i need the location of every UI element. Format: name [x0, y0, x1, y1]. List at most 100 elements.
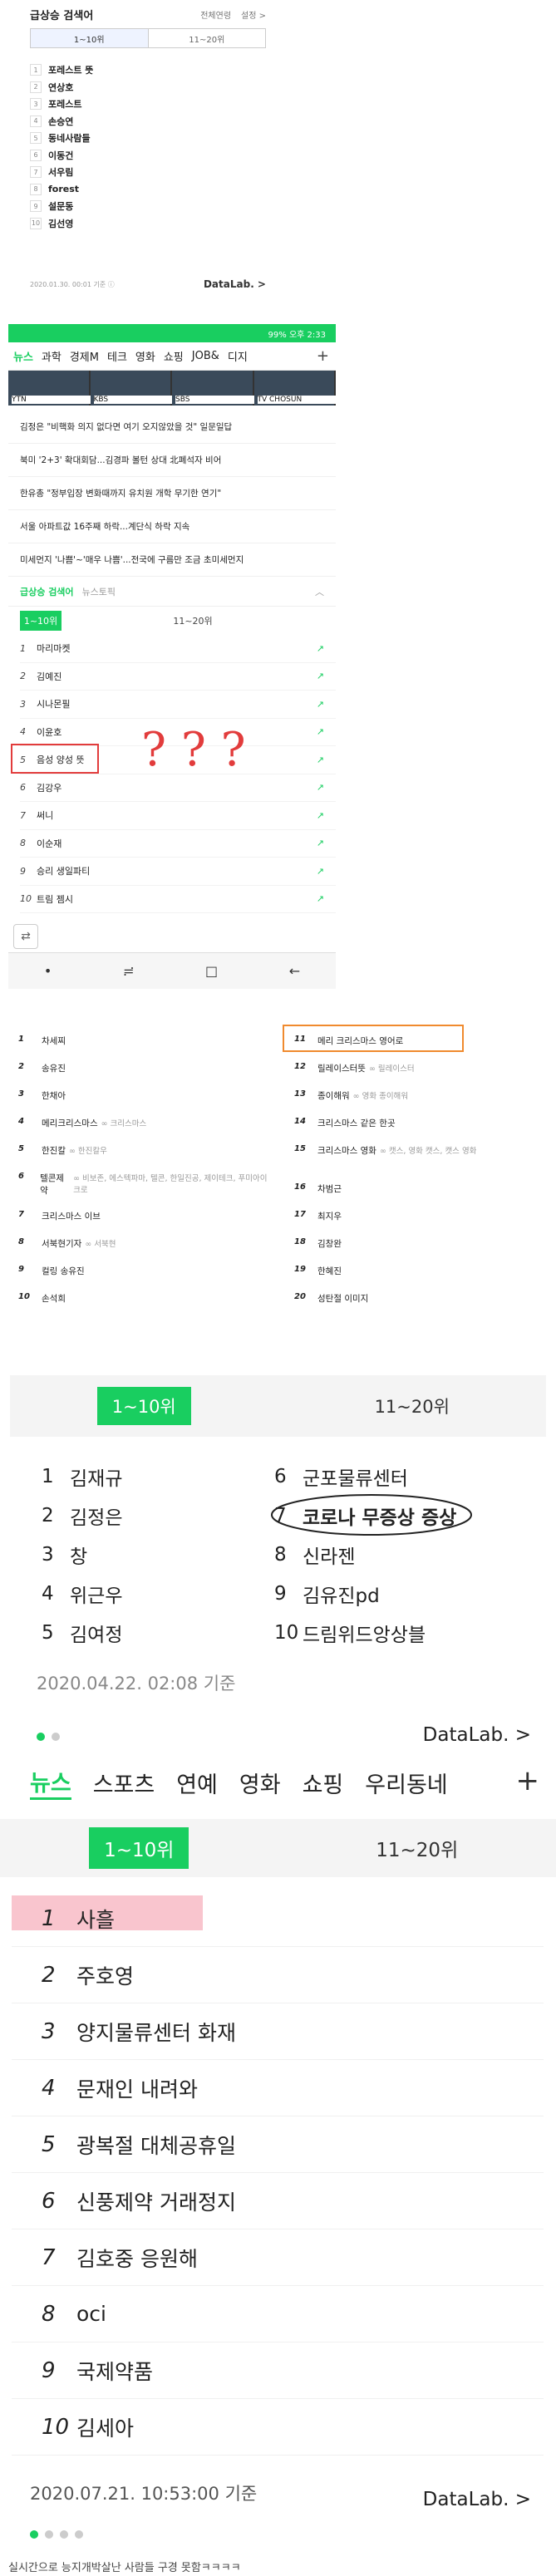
list-item[interactable]: 10 트림 젬시 ↗	[20, 886, 336, 913]
list-item[interactable]: 5 동네사람들	[30, 130, 266, 147]
keyword-title[interactable]: 급상승 검색어	[20, 585, 74, 598]
list-item[interactable]: 9 컬링 송유진	[18, 1260, 268, 1287]
list-item[interactable]: 8 서북현기자 ∞ 서북현	[18, 1232, 268, 1260]
datalab-link[interactable]: DataLab. >	[204, 278, 266, 290]
list-item[interactable]: 3 시나몬필 ↗	[20, 691, 336, 719]
list-item[interactable]: 2 송유진	[18, 1057, 268, 1084]
tab-science[interactable]: 과학	[42, 348, 62, 364]
list-item[interactable]: 4 위근우	[42, 1574, 274, 1613]
tab-news[interactable]: 뉴스	[30, 1765, 71, 1800]
settings-link[interactable]: 설정 >	[241, 8, 266, 21]
page-dot[interactable]	[52, 1733, 60, 1741]
tab-sports[interactable]: 스포츠	[93, 1767, 155, 1799]
list-item[interactable]: 10 드림위드앙상블	[274, 1613, 507, 1652]
list-item[interactable]: 19 한혜진	[294, 1260, 544, 1287]
tab-rank-1-10[interactable]: 1~10위	[31, 29, 149, 47]
channel-thumb[interactable]: YTN	[8, 371, 92, 406]
list-item[interactable]: 2 김정은	[42, 1496, 274, 1535]
list-item[interactable]: 2 김예진 ↗	[20, 663, 336, 691]
list-item[interactable]: 1 차세찌	[18, 1030, 268, 1057]
tab-rank-11-20[interactable]: 11~20위	[278, 1834, 556, 1862]
tab-economy[interactable]: 경제M	[70, 348, 99, 364]
add-tab-icon[interactable]: +	[317, 347, 329, 365]
back-arrow-icon[interactable]: ←	[289, 963, 300, 979]
list-item[interactable]: 9 김유진pd	[274, 1574, 507, 1613]
headline-link[interactable]: 한유총 "정부입장 변화때까지 유치원 개학 무기한 연기"	[8, 477, 336, 510]
trend-chart-icon[interactable]: ↗	[317, 671, 324, 681]
trend-chart-icon[interactable]: ↗	[317, 893, 324, 904]
list-item[interactable]: 3 포레스트	[30, 96, 266, 113]
add-tab-icon[interactable]: +	[516, 1764, 540, 1797]
list-item[interactable]: 6 이동건	[30, 147, 266, 165]
news-topic-link[interactable]: 뉴스토픽	[82, 585, 116, 598]
headline-link[interactable]: 서울 아파트값 16주째 하락...계단식 하락 지속	[8, 510, 336, 543]
list-item[interactable]: 2 연상호	[30, 79, 266, 96]
list-item[interactable]: 10 김선영	[30, 215, 266, 233]
page-dot[interactable]	[75, 2530, 83, 2539]
tab-digital[interactable]: 디지	[228, 348, 248, 364]
tab-news[interactable]: 뉴스	[13, 348, 33, 364]
list-item[interactable]: 18 김창완	[294, 1232, 544, 1260]
list-item[interactable]: 6 김강우 ↗	[20, 774, 336, 802]
list-item[interactable]: 1 포레스트 뜻	[30, 61, 266, 79]
list-item[interactable]: 8 oci	[12, 2286, 544, 2342]
headline-link[interactable]: 미세먼지 '나쁨'~'매우 나쁨'...전국에 구름만 조금 초미세먼지	[8, 543, 336, 577]
list-item[interactable]: 10 김세아	[12, 2399, 544, 2456]
list-item[interactable]: 1 사흘	[12, 1890, 544, 1947]
tab-rank-1-10[interactable]: 1~10위	[20, 611, 62, 631]
list-item[interactable]: 5 광복절 대체공휴일	[12, 2116, 544, 2173]
list-item[interactable]: 9 국제약품	[12, 2342, 544, 2399]
list-item[interactable]: 5 김여정	[42, 1613, 274, 1652]
list-item[interactable]: 16 차범근	[294, 1177, 544, 1205]
tab-movie[interactable]: 영화	[135, 348, 155, 364]
tab-neighborhood[interactable]: 우리동네	[365, 1767, 447, 1799]
list-item[interactable]: 9 승리 생일파티 ↗	[20, 858, 336, 886]
trend-chart-icon[interactable]: ↗	[317, 643, 324, 654]
tab-entertainment[interactable]: 연예	[176, 1767, 218, 1799]
list-item[interactable]: 20 성탄절 이미지	[294, 1287, 544, 1315]
trend-chart-icon[interactable]: ↗	[317, 866, 324, 877]
list-item[interactable]: 4 메리크리스마스 ∞ 크리스마스	[18, 1112, 268, 1139]
list-item[interactable]: 5 한진칼 ∞ 한진칼우	[18, 1139, 268, 1167]
list-item[interactable]: 3창	[42, 1535, 274, 1574]
channel-thumb[interactable]: SBS	[172, 371, 256, 406]
chevron-up-icon[interactable]: ︿	[315, 585, 324, 598]
tab-rank-11-20[interactable]: 11~20위	[62, 611, 324, 631]
page-dot[interactable]	[37, 1733, 45, 1741]
list-item[interactable]: 12 릴레이스터뜻 ∞ 릴레이스터	[294, 1057, 544, 1084]
list-item[interactable]: 8 forest	[30, 181, 266, 199]
trend-chart-icon[interactable]: ↗	[317, 699, 324, 710]
datalab-link[interactable]: DataLab. >	[423, 1724, 531, 1746]
list-item[interactable]: 4 문재인 내려와	[12, 2060, 544, 2116]
list-item[interactable]: 3 한채아	[18, 1084, 268, 1112]
list-item[interactable]: 15 크리스마스 영화 ∞ 캣스, 영화 캣스, 캣스 영화	[294, 1139, 544, 1177]
trend-chart-icon[interactable]: ↗	[317, 838, 324, 848]
list-item[interactable]: 7 코로나 무증상 증상	[271, 1494, 507, 1536]
datalab-link[interactable]: DataLab. >	[423, 2489, 531, 2510]
tab-rank-1-10[interactable]: 1~10위	[10, 1387, 278, 1425]
list-item[interactable]: 1 마리마켓 ↗	[20, 635, 336, 663]
list-item[interactable]: 1 김재규	[42, 1457, 274, 1496]
list-item[interactable]: 4 손승연	[30, 113, 266, 130]
page-dot[interactable]	[45, 2530, 53, 2539]
menu-dot-icon[interactable]: •	[44, 963, 52, 979]
tab-shopping[interactable]: 쇼핑	[303, 1767, 344, 1799]
trend-chart-icon[interactable]: ↗	[317, 810, 324, 821]
tab-rank-1-10[interactable]: 1~10위	[0, 1827, 278, 1869]
list-item[interactable]: 3 양지물류센터 화재	[12, 2003, 544, 2060]
share-icon[interactable]: ⇄	[13, 924, 38, 949]
list-item[interactable]: 14 크리스마스 같은 한곳	[294, 1112, 544, 1139]
list-item[interactable]: 6 신풍제약 거래정지	[12, 2173, 544, 2229]
list-item[interactable]: 13 종이해워 ∞ 영화 종이해워	[294, 1084, 544, 1112]
trend-chart-icon[interactable]: ↗	[317, 726, 324, 737]
list-item[interactable]: 6 군포물류센터	[274, 1457, 507, 1496]
age-filter-link[interactable]: 전체연령	[200, 8, 231, 21]
channel-thumb[interactable]: KBS	[90, 371, 174, 406]
list-item[interactable]: 8 이순재 ↗	[20, 830, 336, 858]
tab-movie[interactable]: 영화	[239, 1767, 281, 1799]
trend-chart-icon[interactable]: ↗	[317, 782, 324, 793]
list-item[interactable]: 7 서우림	[30, 164, 266, 181]
recent-apps-icon[interactable]: ≓	[123, 963, 134, 979]
list-item[interactable]: 11 메리 크리스마스 영어로	[294, 1030, 544, 1057]
list-item[interactable]: 17 최지우	[294, 1205, 544, 1232]
